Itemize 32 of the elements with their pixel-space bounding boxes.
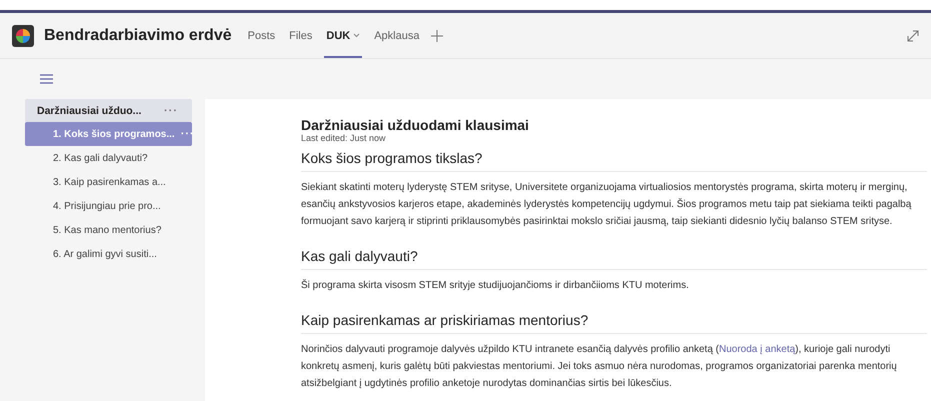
item-label: 6. Ar galimi gyvi susiti... [53, 248, 157, 260]
paragraph: Norinčios dalyvauti programoje dalyvės užpildo KTU intranete esančią dalyvės profilio anketą (Nuoroda į anketą), kurioje gali nurodyti konkretų asmenį, kuris galėtų būti pakviestas mentoriumi. Jei toks asmuo nėra nurodomas, programos organizatoriai parenka mentorių atsižbelgiant į ugdytinės profilio anketoje nurodytas dominančias sirtis bei lūkesčius. [301, 343, 898, 391]
section-heading: Koks šios programos tikslas? [301, 150, 927, 172]
item-label: 3. Kaip pasirenkamas a... [53, 176, 166, 188]
last-edited: Last edited: Just now [301, 133, 387, 143]
section-heading: Kas gali dalyvauti? [301, 248, 927, 270]
item-label: 2. Kas gali dalyvauti? [53, 152, 148, 164]
chevron-icon [353, 33, 360, 38]
sidebar-item[interactable]: 3. Kaip pasirenkamas a... [25, 170, 192, 194]
sidebar-item[interactable]: 4. Prisijungiau prie pro... [25, 194, 192, 218]
section-title: Daržniausiai užduo... [37, 104, 142, 116]
tab[interactable]: Posts [246, 13, 278, 58]
plus-icon[interactable] [431, 30, 444, 42]
tab[interactable]: DUK [324, 13, 362, 58]
sidebar-item[interactable]: 2. Kas gali dalyvauti? [25, 146, 192, 170]
tab[interactable]: Apklausa [372, 13, 422, 58]
paragraph: Ši programa skirta visosm STEM srityje studijuojančioms ir dirbančiioms KTU moterims. [301, 278, 690, 293]
section-header[interactable]: Daržniausiai užduo... ··· [25, 99, 192, 122]
paragraph: Siekiant skatinti moterų lyderystę STEM srityse, Universitete organizuojama virtualiosios mentorystės programa, skirta moterų ir merginų, esančių ankstyvosios karjeros etape, akademinės lyderystės kompetencijų ugdymui. Šios programos metu taip pat siekiama teikti pagalbą formuojant savo karjerą ir stiprinti priklausomybės pasirinktai mokslo sričiai jausmą, taip siekianti didesnio lyčių balanso STEM srityse. [301, 181, 912, 229]
team-title: Bendradarbiavimo erdvė [44, 26, 232, 44]
link[interactable]: Nuoroda į anketą [719, 344, 796, 355]
team-logo-icon [12, 24, 34, 46]
section-heading: Kaip pasirenkamas ar priskiriamas mentorius? [301, 312, 927, 334]
sidebar-item[interactable]: 5. Kas mano mentorius? [25, 218, 192, 242]
menu-icon[interactable] [40, 74, 53, 84]
sidebar-item[interactable]: 6. Ar galimi gyvi susiti... [25, 242, 192, 266]
item-label: 1. Koks šios programos... [53, 128, 175, 140]
item-label: 5. Kas mano mentorius? [53, 224, 162, 236]
item-label: 4. Prisijungiau prie pro... [53, 200, 161, 212]
expand-icon[interactable] [907, 30, 919, 42]
tab[interactable]: Files [287, 13, 314, 58]
page-title: Daržniausiai užduodami klausimai [301, 117, 530, 133]
